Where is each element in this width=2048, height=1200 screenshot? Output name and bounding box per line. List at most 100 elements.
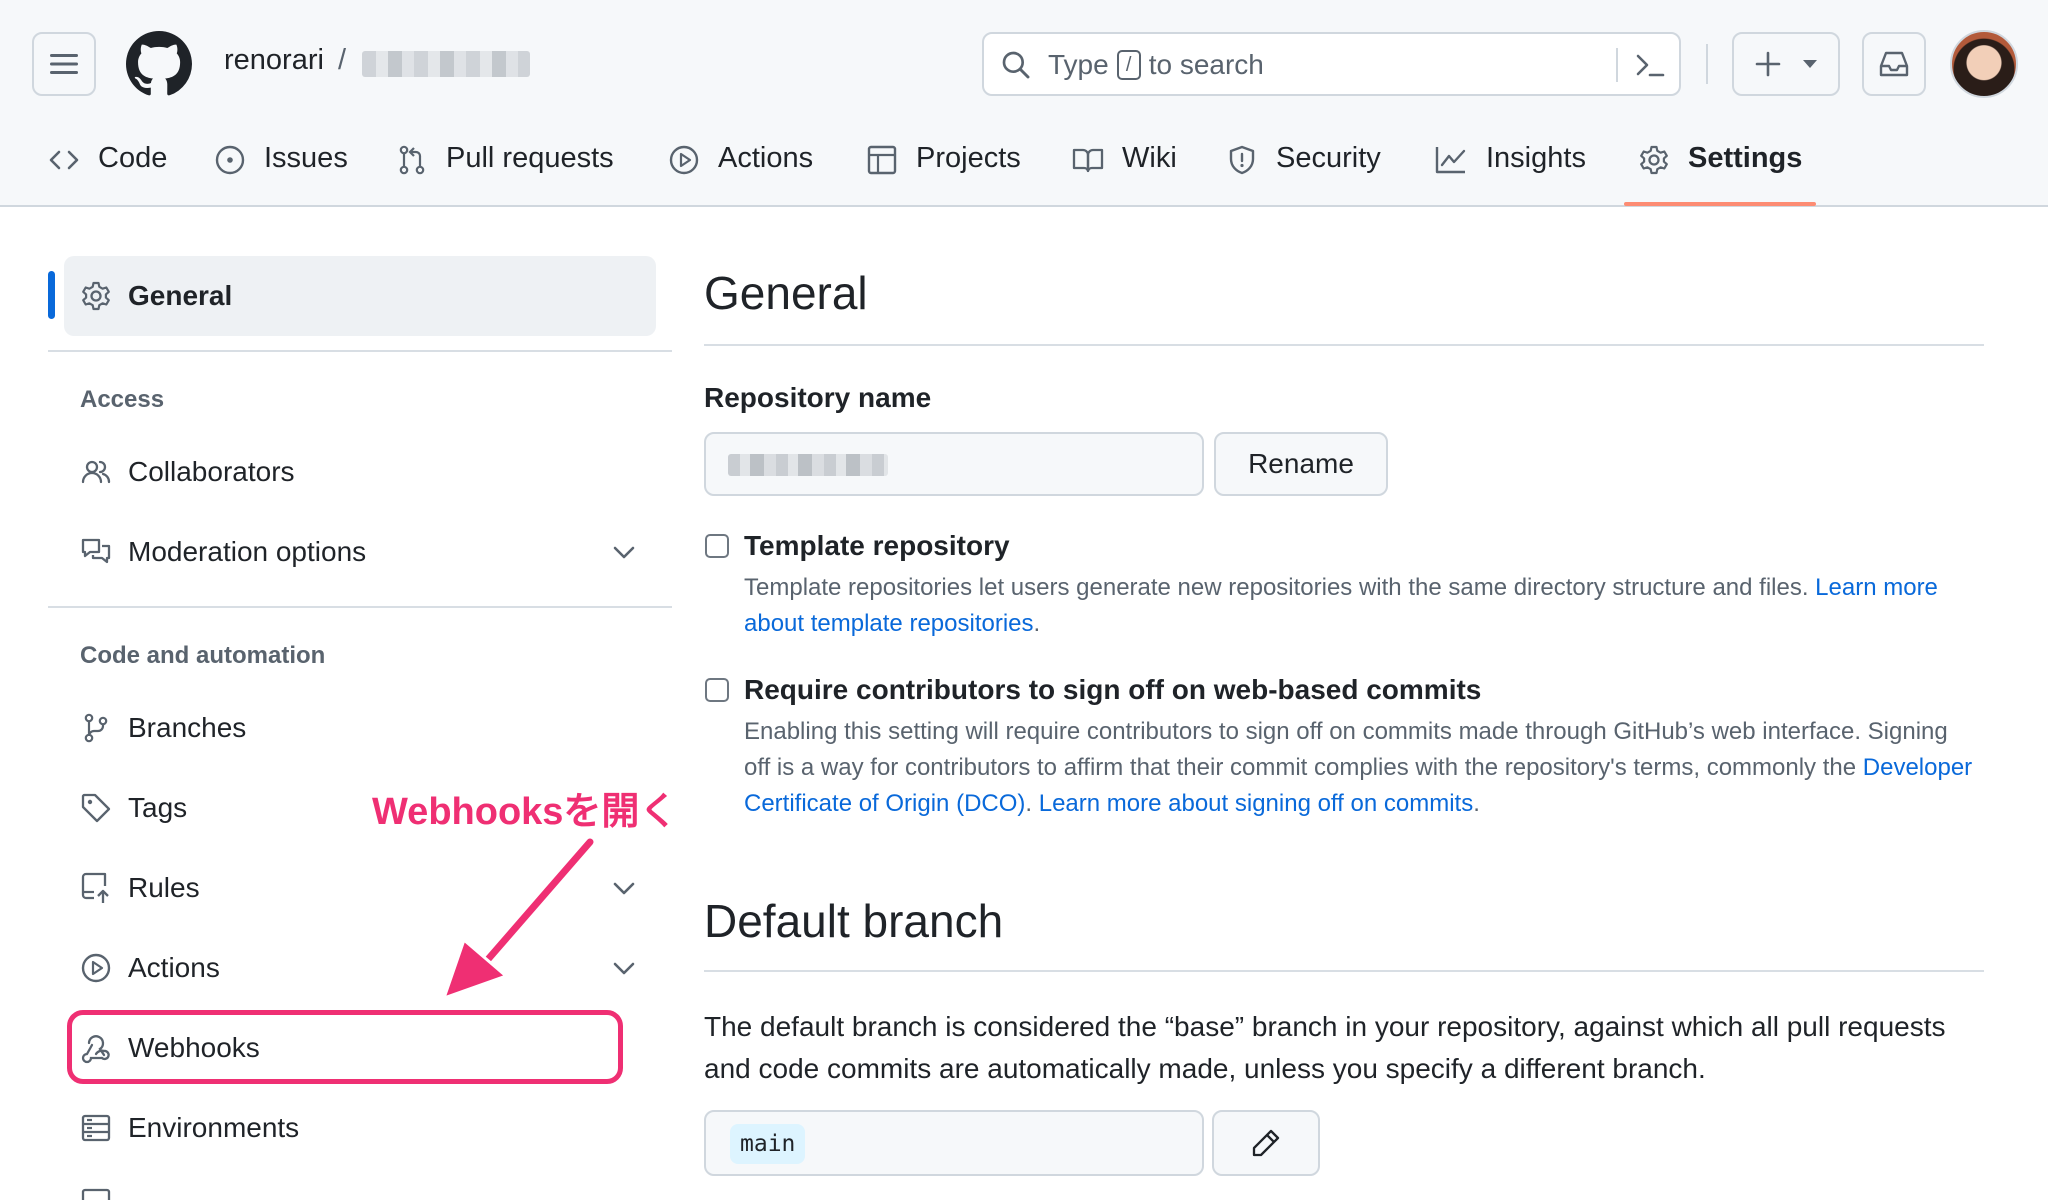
tab-issues[interactable]: Issues <box>214 136 348 206</box>
tab-security[interactable]: Security <box>1226 136 1381 206</box>
search-input[interactable]: Type / to search <box>982 32 1681 96</box>
sidebar-divider <box>48 350 672 352</box>
search-shortcut-key: / <box>1116 50 1141 80</box>
server-icon <box>81 1114 111 1142</box>
search-placeholder: Type / to search <box>1048 49 1264 81</box>
tab-actions-label: Actions <box>718 142 814 174</box>
code-icon <box>49 150 79 170</box>
gear-icon <box>1640 145 1668 175</box>
repo-name-input[interactable] <box>704 432 1204 496</box>
sidebar-item-tags[interactable]: Tags <box>80 788 187 828</box>
git-pull-request-icon <box>399 145 425 175</box>
search-icon <box>1002 51 1030 79</box>
tag-icon <box>81 793 111 823</box>
tab-insights[interactable]: Insights <box>1434 136 1586 206</box>
breadcrumb-owner[interactable]: renorari <box>224 44 324 77</box>
search-prefix: Type <box>1048 49 1109 80</box>
sidebar-item-environments[interactable]: Environments <box>80 1108 299 1148</box>
search-suffix: to search <box>1148 49 1264 80</box>
tab-pull-requests-label: Pull requests <box>446 142 614 174</box>
inbox-button[interactable] <box>1862 32 1926 96</box>
plus-icon <box>1755 51 1781 77</box>
gear-icon <box>82 281 110 311</box>
chevron-down-icon[interactable] <box>610 876 638 900</box>
sidebar-item-actions[interactable]: Actions <box>80 948 220 988</box>
sidebar-item-general-label: General <box>128 280 233 311</box>
sidebar-item-moderation-label: Moderation options <box>128 536 367 567</box>
triangle-down-icon <box>1803 60 1817 68</box>
pencil-icon <box>1252 1129 1280 1157</box>
signoff-title: Require contributors to sign off on web-… <box>744 674 1482 705</box>
sidebar-heading-code-automation: Code and automation <box>80 642 326 669</box>
annotation-label: Webhooksを開く <box>372 791 678 833</box>
title-divider <box>704 344 1984 346</box>
comment-discussion-icon <box>81 538 111 564</box>
default-branch-field: main <box>704 1110 1204 1176</box>
signoff-desc-text: Enabling this setting will require contr… <box>744 718 1948 781</box>
chevron-down-icon[interactable] <box>610 956 638 980</box>
command-palette-icon[interactable] <box>1634 50 1666 80</box>
breadcrumb-repo-redacted[interactable] <box>362 51 530 77</box>
sidebar-item-rules[interactable]: Rules <box>80 868 200 908</box>
signoff-learn-more-link[interactable]: Learn more about signing off on commits <box>1039 790 1473 817</box>
menu-button[interactable] <box>32 32 96 96</box>
sidebar-item-moderation-options[interactable]: Moderation options <box>80 532 366 572</box>
template-repository-title: Template repository <box>744 530 1010 561</box>
codespaces-icon <box>81 1188 111 1200</box>
sidebar-item-environments-label: Environments <box>128 1112 300 1143</box>
git-branch-icon <box>84 713 108 743</box>
sidebar-item-general[interactable]: General <box>80 276 232 316</box>
play-icon <box>669 145 699 175</box>
rename-button[interactable]: Rename <box>1214 432 1388 496</box>
tab-pull-requests[interactable]: Pull requests <box>396 136 614 206</box>
tab-actions[interactable]: Actions <box>668 136 813 206</box>
user-avatar[interactable] <box>1950 30 2018 98</box>
default-branch-title: Default branch <box>704 895 1004 947</box>
people-icon <box>81 460 111 484</box>
tab-projects[interactable]: Projects <box>866 136 1021 206</box>
sidebar-divider <box>48 606 672 608</box>
edit-default-branch-button[interactable] <box>1212 1110 1320 1176</box>
shield-icon <box>1229 145 1255 175</box>
table-icon <box>867 145 897 175</box>
sidebar-item-tags-label: Tags <box>128 792 188 823</box>
annotation-arrow-icon <box>442 835 597 1000</box>
chevron-down-icon[interactable] <box>610 540 638 564</box>
template-repository-description: Template repositories let users generate… <box>744 570 1976 642</box>
active-tab-underline <box>1624 202 1816 206</box>
sidebar-item-collaborators[interactable]: Collaborators <box>80 452 295 492</box>
sidebar-item-branches-label: Branches <box>128 712 247 743</box>
tab-insights-label: Insights <box>1486 142 1586 174</box>
header-divider <box>1706 44 1708 84</box>
graph-icon <box>1435 147 1466 174</box>
signoff-checkbox[interactable] <box>705 678 729 702</box>
tab-settings[interactable]: Settings <box>1638 136 1802 206</box>
sidebar-item-collaborators-label: Collaborators <box>128 456 295 487</box>
annotation-highlight-box <box>67 1010 623 1084</box>
sidebar-item-actions-label: Actions <box>128 952 220 983</box>
issue-opened-icon <box>215 145 245 175</box>
tab-wiki[interactable]: Wiki <box>1072 136 1177 206</box>
branch-name-pill: main <box>730 1124 806 1164</box>
play-icon <box>81 953 111 983</box>
breadcrumb-separator: / <box>338 44 347 76</box>
default-branch-description: The default branch is considered the “ba… <box>704 1011 1946 1084</box>
default-branch-divider <box>704 970 1984 972</box>
page-title: General <box>704 267 868 319</box>
tab-security-label: Security <box>1276 142 1381 174</box>
inbox-icon <box>1879 51 1909 77</box>
sidebar-item-branches[interactable]: Branches <box>80 708 246 748</box>
tab-wiki-label: Wiki <box>1122 142 1177 174</box>
create-new-button[interactable] <box>1732 32 1840 96</box>
repo-name-redacted <box>728 454 888 476</box>
sidebar-item-rules-label: Rules <box>128 872 200 903</box>
repo-nav-tabs: Code Issues Pull requests Actions Projec… <box>0 136 2048 206</box>
template-desc-text: Template repositories let users generate… <box>744 574 1816 601</box>
template-repository-checkbox[interactable] <box>705 534 729 558</box>
search-divider <box>1616 48 1618 82</box>
sidebar-heading-access: Access <box>80 386 165 413</box>
app-header: renorari / Type / to search Code Issues <box>0 0 2048 207</box>
tab-issues-label: Issues <box>264 142 348 174</box>
github-logo-icon[interactable] <box>126 31 192 97</box>
tab-code[interactable]: Code <box>48 136 167 206</box>
